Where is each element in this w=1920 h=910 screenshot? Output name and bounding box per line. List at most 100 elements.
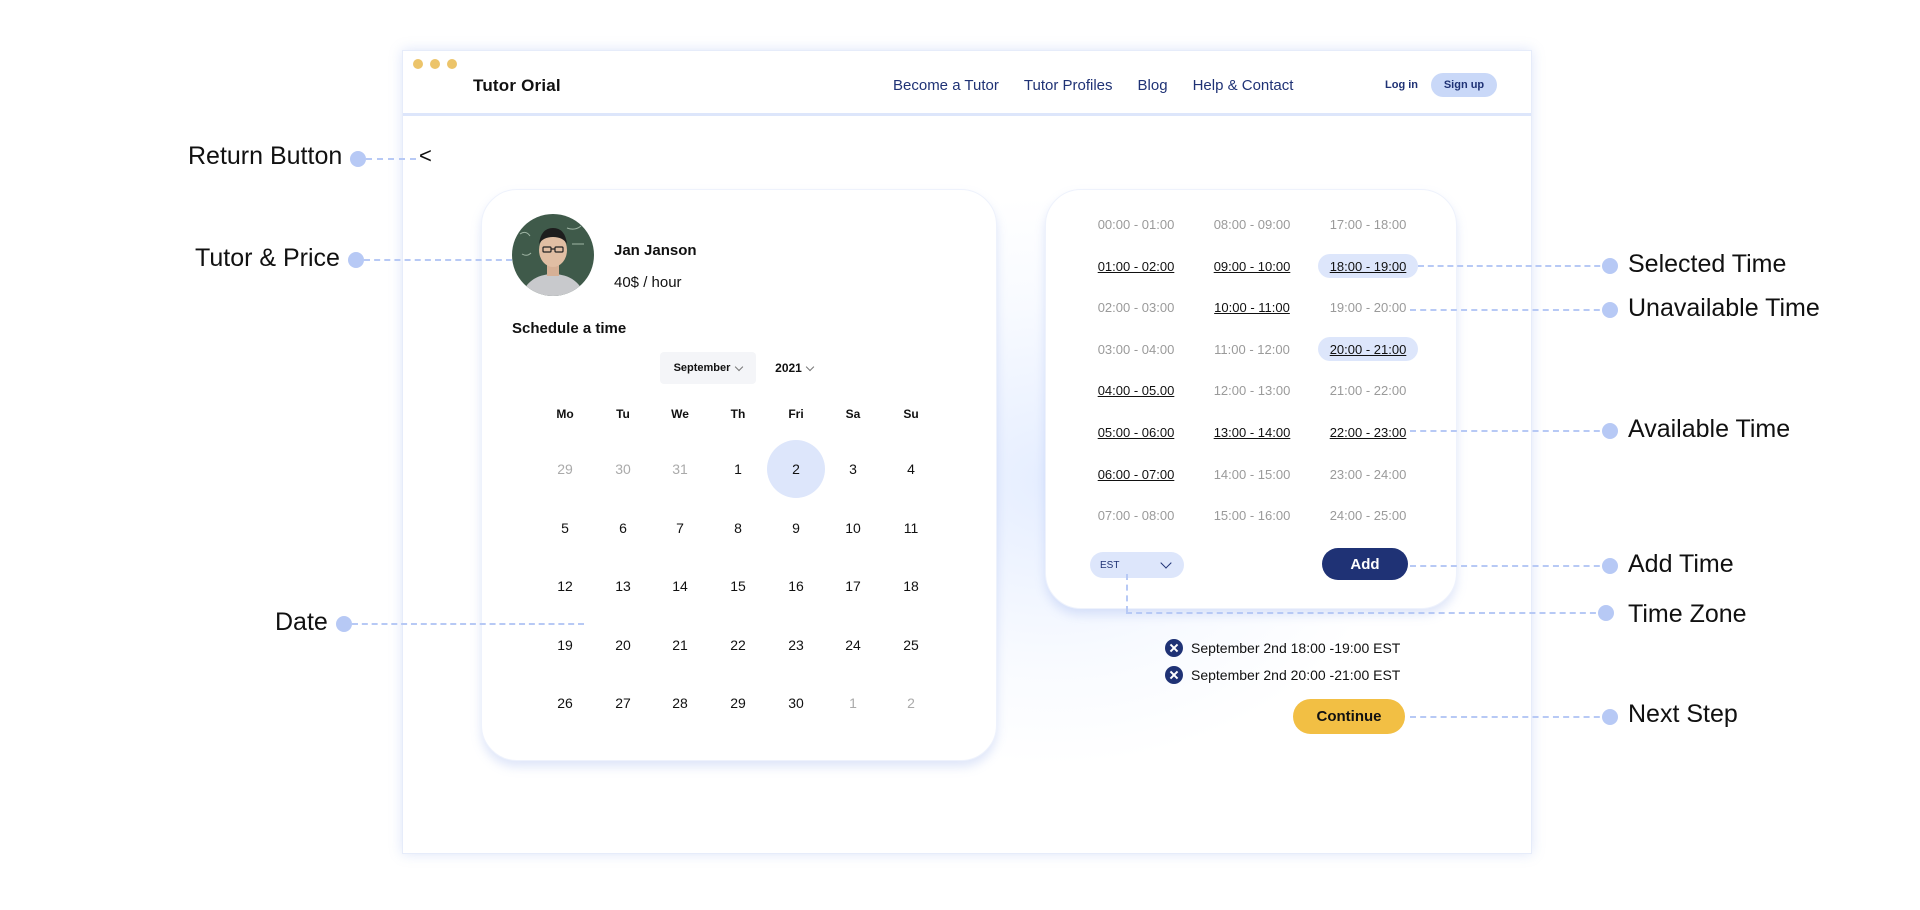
close-circle-icon[interactable] (1165, 639, 1183, 657)
chevron-down-icon (735, 362, 744, 371)
nav-become-tutor[interactable]: Become a Tutor (893, 77, 999, 94)
time-slot-available[interactable]: 01:00 - 02:00 (1086, 254, 1186, 278)
annotation-unavailable-time: Unavailable Time (1628, 294, 1820, 322)
calendar-day[interactable]: 26 (536, 674, 594, 732)
calendar-day[interactable]: 1 (709, 440, 767, 498)
calendar-day[interactable]: 17 (824, 557, 882, 615)
time-slot-available[interactable]: 10:00 - 11:00 (1202, 295, 1302, 319)
add-time-button[interactable]: Add (1322, 548, 1408, 580)
time-slot-available[interactable]: 05:00 - 06:00 (1086, 420, 1186, 444)
calendar-day[interactable]: 13 (594, 557, 652, 615)
calendar-day[interactable]: 21 (651, 616, 709, 674)
calendar-day: 1 (849, 695, 857, 711)
calendar-day[interactable]: 20 (594, 616, 652, 674)
return-button[interactable]: < (419, 145, 432, 167)
calendar-day[interactable]: 6 (594, 499, 652, 557)
time-slot-selected[interactable]: 20:00 - 21:00 (1318, 337, 1418, 361)
annotation-date: Date (275, 608, 328, 636)
chosen-slot-item: September 2nd 18:00 -19:00 EST (1165, 638, 1400, 658)
annotation-dot (350, 151, 366, 167)
time-slot-available[interactable]: 13:00 - 14:00 (1202, 420, 1302, 444)
calendar-day[interactable]: 16 (767, 557, 825, 615)
calendar-day[interactable]: 25 (882, 616, 940, 674)
calendar-day[interactable]: 23 (767, 616, 825, 674)
calendar-day[interactable]: 5 (536, 499, 594, 557)
annotation-leader (366, 158, 416, 160)
weekday-label: Mo (556, 407, 574, 421)
time-slot-unavailable: 14:00 - 15:00 (1213, 466, 1291, 482)
time-slot-card: 00:00 - 01:00 01:00 - 02:00 02:00 - 03:00 0… (1045, 189, 1457, 609)
annotation-add-time: Add Time (1628, 550, 1734, 578)
month-select[interactable]: September (660, 352, 756, 384)
chevron-left-icon: < (419, 143, 432, 168)
time-slot-unavailable: 24:00 - 25:00 (1329, 507, 1407, 523)
annotation-dot (1602, 302, 1618, 318)
time-slot-unavailable: 11:00 - 12:00 (1214, 341, 1290, 357)
time-slot-available[interactable]: 04:00 - 05.00 (1086, 378, 1186, 402)
annotation-tutor-price: Tutor & Price (195, 244, 340, 272)
calendar-day[interactable]: 27 (594, 674, 652, 732)
annotation-leader (364, 259, 512, 261)
calendar-day[interactable]: 10 (824, 499, 882, 557)
calendar-day[interactable]: 28 (651, 674, 709, 732)
calendar-day[interactable]: 11 (882, 499, 940, 557)
nav-help-contact[interactable]: Help & Contact (1193, 77, 1294, 94)
calendar-day[interactable]: 14 (651, 557, 709, 615)
calendar-day[interactable]: 3 (824, 440, 882, 498)
annotation-dot (348, 252, 364, 268)
annotation-leader (1410, 309, 1610, 311)
time-slot-unavailable: 15:00 - 16:00 (1213, 507, 1291, 523)
schedule-card: Jan Janson 40$ / hour Schedule a time Se… (481, 189, 997, 761)
chosen-slot-label: September 2nd 18:00 -19:00 EST (1191, 640, 1401, 656)
calendar-day[interactable]: 29 (709, 674, 767, 732)
canvas: Tutor Orial Become a Tutor Tutor Profile… (0, 0, 1920, 910)
calendar-day[interactable]: 7 (651, 499, 709, 557)
app-window: Tutor Orial Become a Tutor Tutor Profile… (402, 50, 1532, 854)
annotation-dot (1602, 558, 1618, 574)
calendar-day[interactable]: 24 (824, 616, 882, 674)
time-slot-available[interactable]: 22:00 - 23:00 (1318, 420, 1418, 444)
chosen-slot-label: September 2nd 20:00 -21:00 EST (1191, 667, 1401, 683)
continue-button[interactable]: Continue (1293, 699, 1405, 734)
calendar-day[interactable]: 9 (767, 499, 825, 557)
top-navbar: Tutor Orial Become a Tutor Tutor Profile… (403, 51, 1531, 116)
annotation-selected-time: Selected Time (1628, 250, 1787, 278)
calendar-day[interactable]: 4 (882, 440, 940, 498)
calendar-day-selected[interactable]: 2 (767, 440, 825, 498)
signup-button[interactable]: Sign up (1431, 73, 1497, 97)
time-slot-unavailable: 21:00 - 22:00 (1329, 382, 1407, 398)
time-slot-selected[interactable]: 18:00 - 19:00 (1318, 254, 1418, 278)
annotation-time-zone: Time Zone (1628, 600, 1747, 628)
tutor-avatar (512, 214, 594, 296)
annotation-leader (1410, 716, 1610, 718)
login-link[interactable]: Log in (1385, 79, 1418, 91)
time-slot-available[interactable]: 06:00 - 07:00 (1086, 462, 1186, 486)
calendar-day[interactable]: 8 (709, 499, 767, 557)
tutor-photo (512, 214, 594, 296)
calendar-day[interactable]: 18 (882, 557, 940, 615)
time-slot-unavailable: 19:00 - 20:00 (1329, 299, 1407, 315)
annotation-dot (336, 616, 352, 632)
calendar-day[interactable]: 15 (709, 557, 767, 615)
annotation-leader (1410, 565, 1610, 567)
year-select[interactable]: 2021 (764, 352, 824, 384)
annotation-leader (1418, 265, 1610, 267)
annotation-return-button: Return Button (188, 142, 343, 170)
annotation-dot (1602, 258, 1618, 274)
brand-logo[interactable]: Tutor Orial (473, 76, 561, 96)
calendar-day[interactable]: 12 (536, 557, 594, 615)
timezone-select[interactable]: EST (1090, 552, 1184, 578)
close-circle-icon[interactable] (1165, 666, 1183, 684)
time-slot-unavailable: 08:00 - 09:00 (1213, 216, 1291, 232)
calendar-day[interactable]: 30 (767, 674, 825, 732)
weekday-label: Tu (616, 407, 630, 421)
weekday-label: Th (730, 407, 746, 421)
annotation-leader (1126, 574, 1128, 612)
chevron-down-icon (1160, 557, 1172, 569)
calendar-day[interactable]: 22 (709, 616, 767, 674)
chevron-down-icon (805, 362, 815, 371)
nav-tutor-profiles[interactable]: Tutor Profiles (1024, 77, 1113, 94)
time-slot-unavailable: 07:00 - 08:00 (1097, 507, 1175, 523)
time-slot-available[interactable]: 09:00 - 10:00 (1202, 254, 1302, 278)
nav-blog[interactable]: Blog (1138, 77, 1168, 94)
